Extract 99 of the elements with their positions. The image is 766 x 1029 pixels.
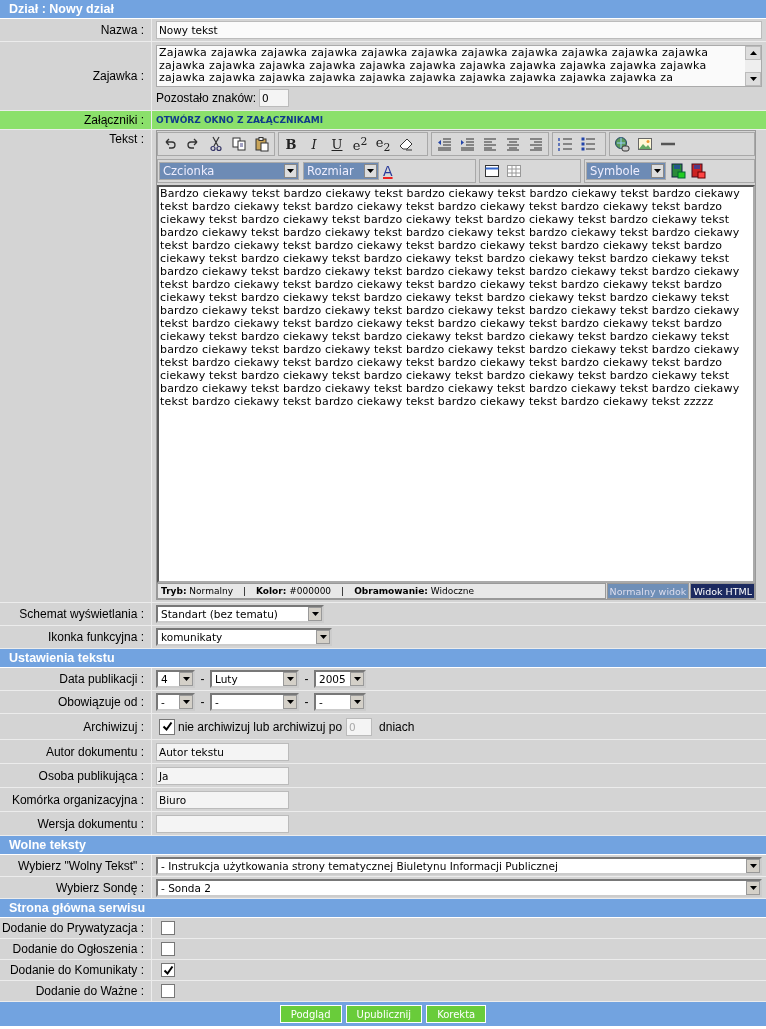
field-label: Nazwa : <box>100 23 144 37</box>
status-text: | <box>242 586 246 596</box>
caret-down-icon[interactable] <box>182 677 190 681</box>
document-minus-icon[interactable] <box>690 163 706 179</box>
caret-down-icon[interactable] <box>367 169 374 173</box>
field-label: Dodanie do Prywatyzacja : <box>1 921 144 935</box>
date-separator: - <box>199 695 206 709</box>
section-header: Dział : Nowy dział <box>0 0 766 19</box>
caret-down-icon[interactable] <box>749 885 757 890</box>
format-button[interactable]: I <box>306 136 322 152</box>
days-unit: dniach <box>379 719 415 734</box>
month-dropdown[interactable]: Luty <box>210 670 299 688</box>
text-area[interactable]: Zajawka zajawka zajawka zajawka zajawka zajawka zajawka zajawka zajawka zajawka zajawka zajawka zajawka zajawka zajawka zajawka zajawka zajawka zajawka zajawka zajawka zajawka zajawka zajawka zajawka zajawka zajawka zajawka zajawka zajawka zajawka zajawka za <box>156 45 762 87</box>
scissors-icon[interactable] <box>208 136 224 152</box>
attachments-link[interactable]: OTWÓRZ OKNO Z ZAŁĄCZNIKAMI <box>156 115 324 125</box>
field-label: Ikonka funkcyjna : <box>47 630 144 644</box>
year-dropdown[interactable]: 2005 <box>314 670 366 688</box>
table-icon[interactable] <box>484 163 500 179</box>
field-label: Wybierz Sondę : <box>56 880 144 895</box>
status-text: Obramowanie: Widoczne <box>354 586 475 596</box>
field-label: Komórka organizacyjna : <box>11 792 144 807</box>
grid-icon[interactable] <box>506 163 522 179</box>
image-icon[interactable] <box>637 136 653 152</box>
outdent-icon[interactable] <box>436 136 452 152</box>
caret-down-icon[interactable] <box>182 700 190 704</box>
status-text: | <box>341 586 345 596</box>
checkbox[interactable] <box>161 921 175 935</box>
field-label: Tekst : <box>109 132 144 146</box>
caret-down-icon[interactable] <box>287 169 294 173</box>
caret-down-icon[interactable] <box>286 677 294 681</box>
numbered-list-icon[interactable] <box>557 136 573 152</box>
checkbox[interactable] <box>161 963 175 977</box>
indent-icon[interactable] <box>459 136 475 152</box>
input-field[interactable]: Nowy tekst <box>156 21 762 39</box>
editor-text[interactable]: Bardzo ciekawy tekst bardzo ciekawy tekst bardzo ciekawy tekst bardzo ciekawy tekst bardzo ciekawy tekst bardzo ciekawy tekst bardzo ciekawy tekst bardzo ciekawy tekst bardzo ciekawy tekst bardzo ciekawy tekst bardzo ciekawy tekst bardzo ciekawy tekst bardzo ciekawy tekst bardzo ciekawy tekst bardzo ciekawy tekst bardzo ciekawy tekst bardzo ciekawy tekst bardzo ciekawy tekst bardzo ciekawy tekst bardzo ciekawy tekst bardzo ciekawy tekst bardzo ciekawy tekst bardzo ciekawy tekst bardzo ciekawy tekst bardzo ciekawy tekst bardzo ciekawy tekst bardzo ciekawy tekst bardzo ciekawy tekst bardzo ciekawy tekst bardzo ciekawy tekst bardzo ciekawy tekst bardzo ciekawy tekst bardzo ciekawy tekst bardzo ciekawy tekst bardzo ciekawy tekst bardzo ciekawy tekst bardzo ciekawy tekst bardzo ciekawy tekst bardzo ciekawy tekst bardzo ciekawy tekst bardzo ciekawy tekst bardzo ciekawy tekst bardzo ciekawy tekst bardzo ciekawy tekst bardzo ciekawy tekst bardzo ciekawy tekst bardzo ciekawy tekst bardzo ciekawy tekst bardzo ciekawy tekst bardzo ciekawy tekst bardzo ciekawy tekst bardzo ciekawy tekst bardzo ciekawy tekst bardzo ciekawy tekst bardzo ciekawy tekst bardzo ciekawy tekst bardzo ciekawy tekst bardzo ciekawy tekst bardzo ciekawy tekst bardzo ciekawy tekst bardzo ciekawy tekst bardzo ciekawy tekst bardzo ciekawy tekst bardzo ciekawy tekst bardzo ciekawy tekst bardzo ciekawy tekst bardzo ciekawy tekst bardzo ciekawy tekst bardzo ciekawy tekst bardzo ciekawy tekst bardzo ciekawy tekst bardzo ciekawy tekst bardzo ciekawy tekst bardzo ciekawy tekst bardzo ciekawy tekst bardzo ciekawy tekst bardzo ciekawy tekst bardzo ciekawy tekst bardzo ciekawy tekst zzzzz <box>157 185 755 583</box>
field-label: Dodanie do Ważne : <box>35 984 144 998</box>
scrollbar[interactable] <box>745 46 761 86</box>
dropdown[interactable]: komunikaty <box>156 628 332 646</box>
font-color-button[interactable]: A <box>383 163 393 179</box>
field-label: Wybierz "Wolny Tekst" : <box>18 858 144 873</box>
input-field[interactable]: Autor tekstu <box>156 742 289 761</box>
field-label: Wersja dokumentu : <box>37 816 144 831</box>
input-field[interactable]: Biuro <box>156 790 289 809</box>
section-header: Ustawienia tekstu <box>0 649 766 668</box>
caret-down-icon[interactable] <box>353 700 361 704</box>
align-center-icon[interactable] <box>505 136 521 152</box>
field-label: Załączniki : <box>83 113 144 127</box>
format-button[interactable]: B <box>283 136 299 152</box>
caret-down-icon[interactable] <box>353 677 361 681</box>
field-label: Data publikacji : <box>59 672 144 686</box>
section-header: Strona główna serwisu <box>0 899 766 918</box>
clipboard-icon[interactable] <box>254 136 270 152</box>
input-field[interactable] <box>156 814 289 833</box>
align-right-icon[interactable] <box>528 136 544 152</box>
view-tab[interactable]: Widok HTML <box>690 583 755 599</box>
archive-text: nie archiwizuj lub archiwizuj po <box>178 719 343 734</box>
checkbox[interactable] <box>159 718 175 735</box>
month-dropdown[interactable]: - <box>210 693 299 711</box>
caret-down-icon[interactable] <box>319 635 327 639</box>
field-label: Obowiązuje od : <box>57 695 144 709</box>
date-separator: - <box>303 672 310 686</box>
globe-icon[interactable] <box>614 136 630 152</box>
caret-down-icon[interactable] <box>749 77 757 81</box>
status-text: Kolor: #000000 <box>256 586 332 596</box>
counter-field[interactable]: 0 <box>259 89 290 107</box>
caret-down-icon[interactable] <box>311 612 319 616</box>
caret-down-icon[interactable] <box>286 700 294 704</box>
field-label: Dodanie do Ogłoszenia : <box>12 942 144 956</box>
field-label: Osoba publikująca : <box>38 768 144 783</box>
caret-down-icon[interactable] <box>749 863 757 868</box>
format-button[interactable]: e$^{2}$ <box>352 134 368 154</box>
day-dropdown[interactable]: - <box>156 693 195 711</box>
dropdown[interactable]: Standart (bez tematu) <box>156 605 324 623</box>
remaining-label: Pozostało znaków: <box>156 91 257 105</box>
year-dropdown[interactable]: - <box>314 693 366 711</box>
day-dropdown[interactable]: 4 <box>156 670 195 688</box>
copy-icon[interactable] <box>231 136 247 152</box>
section-header: Wolne teksty <box>0 836 766 855</box>
input-field[interactable]: Ja <box>156 766 289 785</box>
align-left-icon[interactable] <box>482 136 498 152</box>
field-label: Zajawka : <box>92 69 144 83</box>
format-button[interactable]: e$_{2}$ <box>375 134 391 154</box>
date-separator: - <box>199 672 206 686</box>
field-label: Autor dokumentu : <box>45 744 144 759</box>
document-plus-icon[interactable] <box>670 163 686 179</box>
field-label: Dodanie do Komunikaty : <box>9 963 144 977</box>
date-separator: - <box>303 695 310 709</box>
status-text: Tryb: Normalny <box>161 586 233 596</box>
caret-down-icon[interactable] <box>654 169 661 173</box>
caret-up-icon[interactable] <box>749 51 757 55</box>
bullet-list-icon[interactable] <box>580 136 596 152</box>
checkbox[interactable] <box>161 942 175 956</box>
field-label: Schemat wyświetlania : <box>19 607 144 621</box>
format-button[interactable]: U <box>329 136 345 152</box>
field-label: Archiwizuj : <box>83 719 144 734</box>
dropdown[interactable]: - Sonda 2 <box>156 878 762 897</box>
checkbox[interactable] <box>161 984 175 998</box>
eraser-icon[interactable] <box>398 136 414 152</box>
dropdown[interactable]: - Instrukcja użytkowania strony tematycznej Biuletynu Informacji Publicznej <box>156 856 762 875</box>
